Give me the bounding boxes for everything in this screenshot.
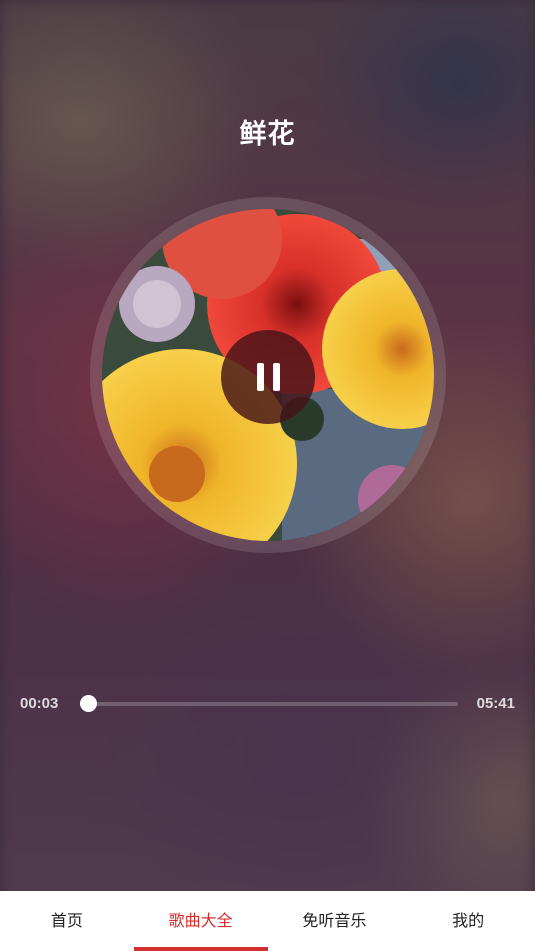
progress-slider[interactable] xyxy=(79,695,458,712)
tab-song-library[interactable]: 歌曲大全 xyxy=(133,891,268,951)
current-time: 00:03 xyxy=(20,695,59,712)
bottom-tab-bar: 首页 歌曲大全 免听音乐 我的 xyxy=(0,891,535,951)
tab-free-music[interactable]: 免听音乐 xyxy=(268,891,402,951)
pause-icon xyxy=(256,363,280,391)
total-time: 05:41 xyxy=(476,695,515,712)
progress-thumb[interactable] xyxy=(79,695,97,712)
song-title: 鲜花 xyxy=(239,119,296,150)
tab-mine[interactable]: 我的 xyxy=(401,891,535,951)
tab-home[interactable]: 首页 xyxy=(0,891,134,951)
pause-button[interactable] xyxy=(221,330,315,424)
